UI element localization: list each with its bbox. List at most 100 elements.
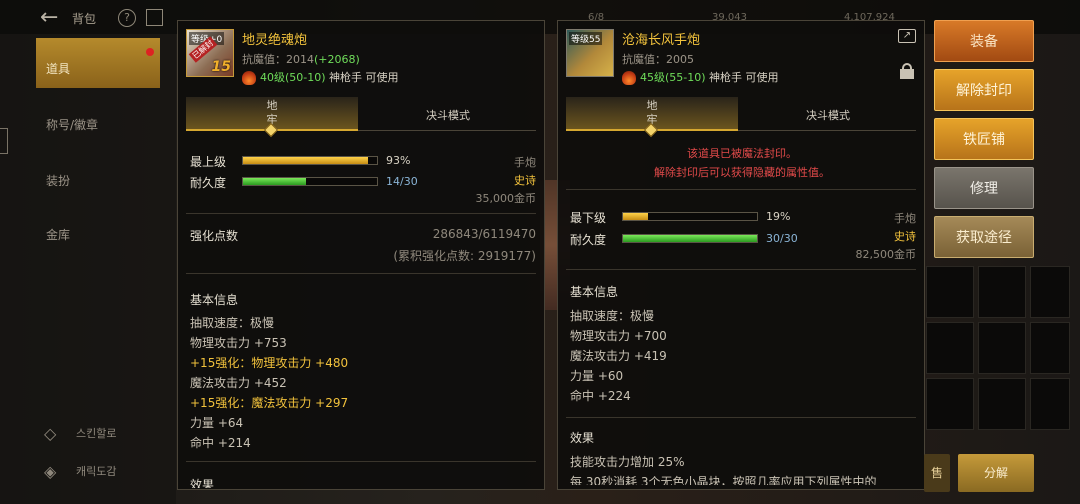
inventory-slot[interactable]: [926, 266, 974, 318]
effect-title: 效果: [570, 431, 595, 445]
inventory-slot[interactable]: [978, 378, 1026, 430]
effect-line: 技能攻击力增加 25%: [570, 455, 685, 469]
divider: [566, 269, 916, 270]
collapse-tab[interactable]: [0, 128, 8, 154]
durability-label: 耐久度: [570, 233, 607, 247]
info-line: 物理攻击力 +753: [190, 336, 287, 350]
unseal-button[interactable]: 解除封印: [934, 69, 1034, 111]
item-icon: 等级55: [566, 29, 614, 77]
info-line: 物理攻击力 +700: [570, 329, 667, 343]
share-icon[interactable]: ↗: [898, 29, 916, 43]
help-icon[interactable]: ?: [118, 9, 136, 27]
repair-button[interactable]: 修理: [934, 167, 1034, 209]
inventory-slot[interactable]: [978, 266, 1026, 318]
durability-value: 14/30: [386, 175, 418, 188]
lock-icon[interactable]: [900, 63, 914, 79]
class-flame-icon: [242, 71, 256, 85]
inventory-slot[interactable]: [926, 322, 974, 374]
divider: [186, 273, 536, 274]
reinforce-total: (累积强化点数: 2919177): [393, 249, 536, 263]
tab-duel[interactable]: 决斗模式: [742, 97, 914, 131]
durability-bar: [622, 234, 758, 243]
inventory-slot[interactable]: [1030, 266, 1070, 318]
durability-value: 30/30: [766, 232, 798, 245]
durability-bar-fill: [243, 178, 306, 185]
sidebar-item-label: 金库: [46, 228, 71, 242]
resistance-line: 抗魔值：2005: [622, 51, 694, 67]
sidebar-item-label: 道具: [46, 62, 71, 76]
tab-label: 地牢: [646, 99, 658, 126]
notification-dot: [146, 48, 154, 56]
tab-duel[interactable]: 决斗模式: [362, 97, 534, 131]
reinforce-value: 286843/6119470: [432, 227, 536, 241]
info-line: 魔法攻击力 +452: [190, 376, 287, 390]
left-sidebar: 道具 称号/徽章 装扮 金库 ◇ 스킨할로 ◈ 캐릭도감: [0, 34, 176, 504]
grade-bar: [242, 156, 378, 165]
price: 35,000金币: [475, 192, 537, 205]
sidebar-item-vault[interactable]: 金库: [36, 204, 160, 254]
resistance-value: 抗魔值：2014: [242, 53, 314, 66]
mode-tabs: 地牢 决斗模式: [186, 97, 536, 138]
durability-bar: [242, 177, 378, 186]
sidebar-item-titles[interactable]: 称号/徽章: [36, 94, 160, 144]
back-arrow-icon[interactable]: ←: [40, 7, 66, 29]
resistance-bonus: (+2068): [314, 53, 360, 66]
divider: [566, 189, 916, 190]
tab-dungeon[interactable]: 地牢: [186, 97, 358, 138]
inventory-slot[interactable]: [1030, 378, 1070, 430]
seal-notice-line-1: 该道具已被魔法封印。: [687, 147, 797, 160]
basic-info-title: 基本信息: [570, 285, 619, 299]
acquire-route-button[interactable]: 获取途径: [934, 216, 1034, 258]
info-line: 命中 +224: [570, 389, 631, 403]
grade-value: 93%: [386, 154, 411, 167]
sidebar-item-avatar[interactable]: 装扮: [36, 150, 160, 200]
item-icon: 等级+0 已解封 15: [186, 29, 234, 77]
durability-row: 耐久度: [190, 174, 226, 190]
inventory-slot[interactable]: [978, 322, 1026, 374]
mode-tabs: 地牢 决斗模式: [566, 97, 916, 138]
info-line-enhanced: +15强化：物理攻击力 +480: [190, 356, 349, 370]
effect-line-cut: 每 30秒消耗 3个无色小晶块，按照几率应用下列属性中的: [570, 475, 877, 485]
equip-button[interactable]: 装备: [934, 20, 1034, 62]
class-flame-icon: [622, 71, 636, 85]
grade-value: 19%: [766, 210, 791, 223]
resistance-line: 抗魔值：2014(+2068): [242, 51, 360, 67]
effect-title-cut: 效果: [190, 478, 215, 488]
disassemble-button[interactable]: 分解: [958, 454, 1034, 492]
skin-icon: ◇: [44, 424, 57, 443]
durability-row: 耐久度: [570, 231, 606, 247]
weapon-type: 手炮: [514, 156, 536, 169]
sidebar-bottom-label: 캐릭도감: [76, 465, 117, 478]
item-icon-level: 15: [211, 59, 231, 75]
sidebar-bottom-item-2[interactable]: ◈ 캐릭도감: [44, 462, 116, 482]
grade-label: 最上级: [190, 155, 227, 169]
reinforce-label: 强化点数: [190, 229, 239, 243]
sidebar-bottom-item-1[interactable]: ◇ 스킨할로: [44, 424, 116, 444]
page-title: 背包: [72, 12, 97, 26]
sidebar-item-items[interactable]: 道具: [36, 38, 160, 88]
item-icon-tag: 等级55: [569, 32, 603, 45]
item-name: 沧海长风手炮: [622, 33, 701, 48]
tab-label: 地牢: [266, 99, 278, 126]
tab-dungeon[interactable]: 地牢: [566, 97, 738, 138]
sell-button[interactable]: 售: [924, 454, 950, 492]
blacksmith-button[interactable]: 铁匠铺: [934, 118, 1034, 160]
weapon-type: 手炮: [894, 212, 916, 225]
info-line: 魔法攻击力 +419: [570, 349, 667, 363]
expand-icon[interactable]: [146, 9, 163, 26]
grade-label: 最下级: [570, 211, 607, 225]
rarity: 史诗: [514, 174, 536, 187]
seal-notice-line-2: 解除封印后可以获得隐藏的属性值。: [654, 166, 830, 179]
info-line: 力量 +64: [190, 416, 244, 430]
info-line: 命中 +214: [190, 436, 251, 450]
inventory-slot[interactable]: [1030, 322, 1070, 374]
info-line: 抽取速度：极慢: [190, 316, 275, 330]
divider: [566, 417, 916, 418]
class-requirement: 神枪手 可使用: [709, 71, 779, 84]
inventory-slot[interactable]: [926, 378, 974, 430]
item-tooltip-equipped: 等级+0 已解封 15 地灵绝魂炮 抗魔值：2014(+2068) 40级(50…: [177, 20, 545, 490]
sidebar-item-label: 装扮: [46, 174, 71, 188]
resistance-value: 抗魔值：2005: [622, 53, 694, 66]
collection-icon: ◈: [44, 462, 57, 481]
requirement-line: 45级(55-10) 神枪手 可使用: [622, 69, 779, 85]
